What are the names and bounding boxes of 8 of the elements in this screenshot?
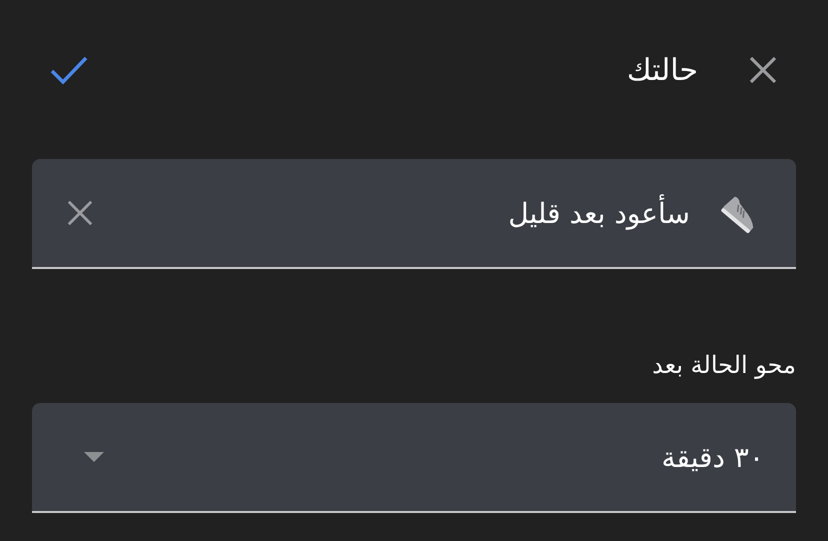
- checkmark-icon[interactable]: [50, 55, 88, 85]
- dropdown-arrow-icon: [84, 452, 104, 462]
- clear-icon[interactable]: [66, 199, 94, 227]
- duration-dropdown[interactable]: ٣٠ دقيقة: [32, 403, 796, 513]
- status-field[interactable]: سأعود بعد قليل: [32, 159, 796, 269]
- dialog-title: حالتك: [626, 52, 698, 88]
- clear-after-label: محو الحالة بعد: [652, 351, 796, 379]
- close-icon[interactable]: [748, 55, 778, 85]
